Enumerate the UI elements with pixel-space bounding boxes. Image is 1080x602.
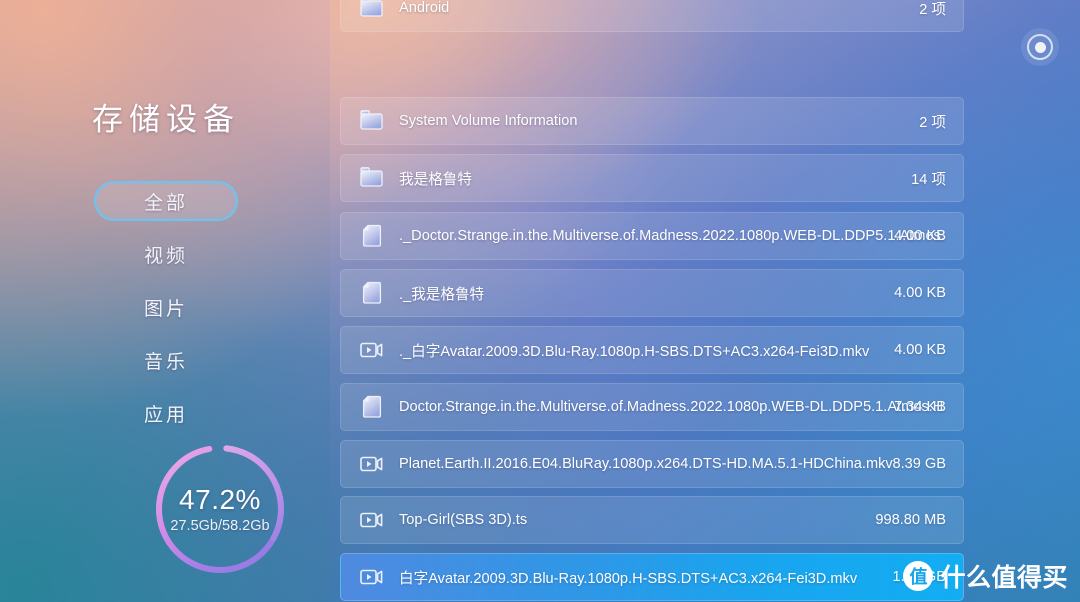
sidebar-item-3[interactable]: 音乐	[94, 340, 238, 380]
file-meta: 8.39 GB	[892, 456, 946, 472]
file-row[interactable]: Doctor.Strange.in.the.Multiverse.of.Madn…	[340, 383, 964, 431]
storage-percent-label: 47.2%	[179, 484, 261, 515]
storage-ring-labels: 47.2% 27.5Gb/58.2Gb	[152, 441, 288, 577]
sidebar-item-label: 全部	[143, 192, 188, 214]
file-meta: 14 项	[911, 171, 946, 188]
sidebar-item-0[interactable]: 全部	[94, 181, 238, 221]
file-list[interactable]: Android 2 项 System Volume Information 2 项我是…	[340, 0, 964, 602]
file-row[interactable]: 我是格鲁特 14 项	[340, 154, 964, 202]
file-meta: 4.00 KB	[894, 285, 946, 301]
file-name: Doctor.Strange.in.the.Multiverse.of.Madn…	[399, 399, 944, 415]
file-row[interactable]: Top-Girl(SBS 3D).ts 998.80 MB	[340, 496, 964, 544]
file-meta: 7.34 KB	[894, 399, 946, 415]
sidebar-item-label: 音乐	[143, 351, 188, 373]
record-ring	[1027, 34, 1053, 60]
document-icon	[359, 222, 385, 250]
file-name: Top-Girl(SBS 3D).ts	[399, 512, 528, 528]
storage-usage-widget: 47.2% 27.5Gb/58.2Gb	[152, 441, 288, 577]
file-name: Planet.Earth.II.2016.E04.BluRay.1080p.x2…	[399, 456, 893, 472]
file-name: 我是格鲁特	[399, 171, 472, 188]
file-meta: 4.00 KB	[894, 228, 946, 244]
document-icon	[359, 279, 385, 307]
sidebar-item-label: 图片	[143, 298, 188, 320]
sidebar-item-label: 视频	[143, 245, 188, 267]
sidebar-item-label: 应用	[143, 404, 188, 426]
folder-icon	[359, 164, 385, 192]
file-row[interactable]: ._白字Avatar.2009.3D.Blu-Ray.1080p.H-SBS.D…	[340, 326, 964, 374]
file-name: 白字Avatar.2009.3D.Blu-Ray.1080p.H-SBS.DTS…	[399, 570, 858, 587]
file-row[interactable]: ._Doctor.Strange.in.the.Multiverse.of.Ma…	[340, 212, 964, 260]
record-dot	[1034, 41, 1046, 53]
file-name: System Volume Information	[399, 113, 578, 129]
sidebar-item-1[interactable]: 视频	[94, 234, 238, 274]
folder-icon	[359, 107, 385, 135]
file-meta: 2 项	[919, 1, 946, 18]
file-row[interactable]: Planet.Earth.II.2016.E04.BluRay.1080p.x2…	[340, 440, 964, 488]
file-row[interactable]: Android 2 项	[340, 0, 964, 32]
file-meta: 1.77 GB	[892, 569, 946, 585]
file-name: ._白字Avatar.2009.3D.Blu-Ray.1080p.H-SBS.D…	[399, 343, 870, 360]
video-icon	[359, 563, 385, 591]
file-name: ._我是格鲁特	[399, 286, 485, 303]
file-meta: 4.00 KB	[894, 342, 946, 358]
sidebar-nav: 全部视频图片音乐应用	[0, 181, 332, 446]
file-row[interactable]: System Volume Information 2 项	[340, 97, 964, 145]
file-row[interactable]: ._我是格鲁特 4.00 KB	[340, 269, 964, 317]
file-meta: 2 项	[919, 114, 946, 131]
file-meta: 998.80 MB	[875, 512, 946, 528]
document-icon	[359, 393, 385, 421]
video-icon	[359, 506, 385, 534]
sidebar-item-4[interactable]: 应用	[94, 393, 238, 433]
folder-icon	[359, 0, 385, 22]
file-name: Android	[399, 0, 450, 16]
page-title: 存储设备	[92, 102, 240, 137]
record-circle-icon[interactable]	[1021, 28, 1059, 66]
video-icon	[359, 450, 385, 478]
sidebar-item-2[interactable]: 图片	[94, 287, 238, 327]
file-name: ._Doctor.Strange.in.the.Multiverse.of.Ma…	[399, 228, 945, 244]
video-icon	[359, 336, 385, 364]
file-row[interactable]: 白字Avatar.2009.3D.Blu-Ray.1080p.H-SBS.DTS…	[340, 553, 964, 601]
storage-detail-label: 27.5Gb/58.2Gb	[170, 518, 270, 534]
